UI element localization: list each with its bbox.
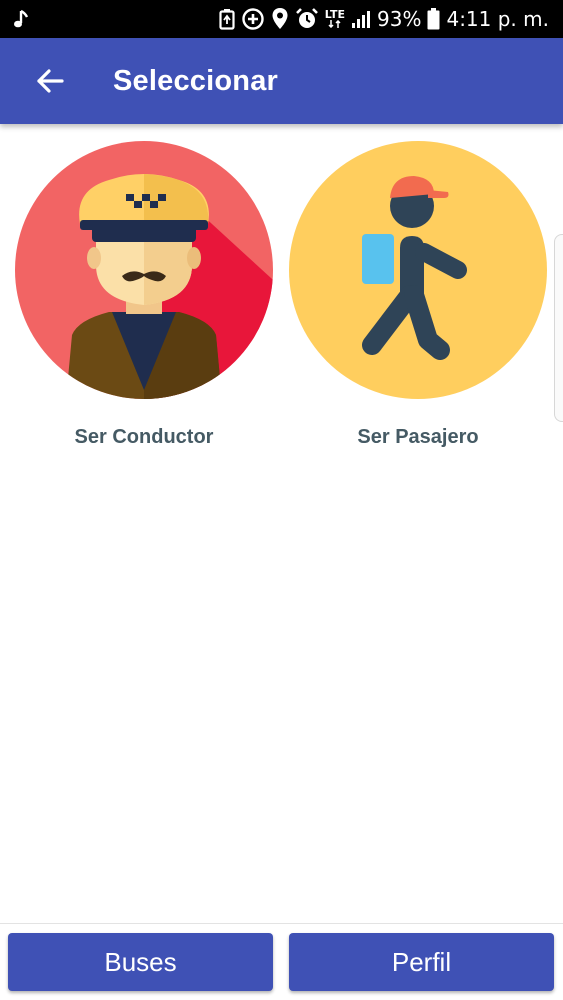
buses-button[interactable]: Buses	[8, 933, 273, 991]
status-bar: LTE 93% 4:11 p. m.	[0, 0, 563, 38]
passenger-option[interactable]: Ser Pasajero	[288, 140, 548, 449]
driver-option[interactable]: Ser Conductor	[14, 140, 274, 449]
scroll-edge-indicator	[554, 234, 563, 422]
network-type-label: LTE	[324, 8, 346, 21]
perfil-button[interactable]: Perfil	[289, 933, 554, 991]
bottom-divider	[0, 923, 563, 924]
passenger-option-label: Ser Pasajero	[357, 426, 479, 448]
arrow-back-icon	[37, 69, 64, 93]
battery-icon	[427, 8, 440, 30]
add-circle-icon	[241, 7, 265, 31]
page-title: Seleccionar	[113, 64, 279, 97]
alarm-icon	[295, 7, 319, 31]
taxi-driver-avatar-icon	[15, 141, 273, 399]
battery-saver-icon	[219, 8, 235, 30]
driver-option-label: Ser Conductor	[74, 426, 214, 448]
lte-icon: LTE	[324, 8, 346, 28]
app-bar: Seleccionar	[0, 38, 563, 124]
signal-icon	[351, 9, 371, 29]
walking-passenger-icon	[289, 141, 547, 399]
battery-percent: 93%	[377, 7, 422, 31]
back-button[interactable]	[20, 51, 80, 111]
music-note-icon	[12, 8, 32, 30]
location-icon	[271, 7, 289, 31]
status-time: 4:11 p. m.	[446, 7, 549, 31]
screen: LTE 93% 4:11 p. m. Seleccionar Ser Condu…	[0, 0, 563, 1000]
